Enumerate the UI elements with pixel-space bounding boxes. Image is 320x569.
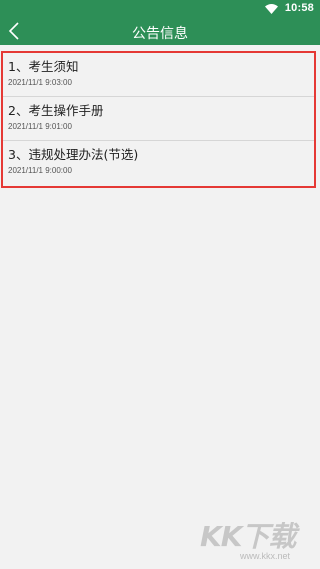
list-item[interactable]: 3、违规处理办法(节选) 2021/11/1 9:00:00 bbox=[3, 141, 314, 185]
status-bar: 10:58 bbox=[0, 0, 320, 18]
notice-time: 2021/11/1 9:03:00 bbox=[8, 78, 72, 87]
watermark-url: www.kkx.net bbox=[240, 551, 291, 561]
notice-title: 2、考生操作手册 bbox=[8, 103, 104, 118]
notice-list: 1、考生须知 2021/11/1 9:03:00 2、考生操作手册 2021/1… bbox=[1, 51, 316, 188]
list-item[interactable]: 1、考生须知 2021/11/1 9:03:00 bbox=[3, 53, 314, 97]
page-title: 公告信息 bbox=[132, 26, 188, 42]
status-time: 10:58 bbox=[284, 2, 314, 14]
notice-time: 2021/11/1 9:00:00 bbox=[8, 166, 72, 175]
watermark-logo: KK下载 bbox=[200, 520, 296, 553]
notice-title: 3、违规处理办法(节选) bbox=[8, 147, 139, 162]
watermark: KK下载 www.kkx.net bbox=[200, 515, 316, 565]
notice-title: 1、考生须知 bbox=[8, 59, 79, 74]
app-bar: 公告信息 bbox=[0, 18, 320, 45]
list-item[interactable]: 2、考生操作手册 2021/11/1 9:01:00 bbox=[3, 97, 314, 141]
notice-time: 2021/11/1 9:01:00 bbox=[8, 122, 72, 131]
wifi-icon bbox=[265, 4, 278, 14]
